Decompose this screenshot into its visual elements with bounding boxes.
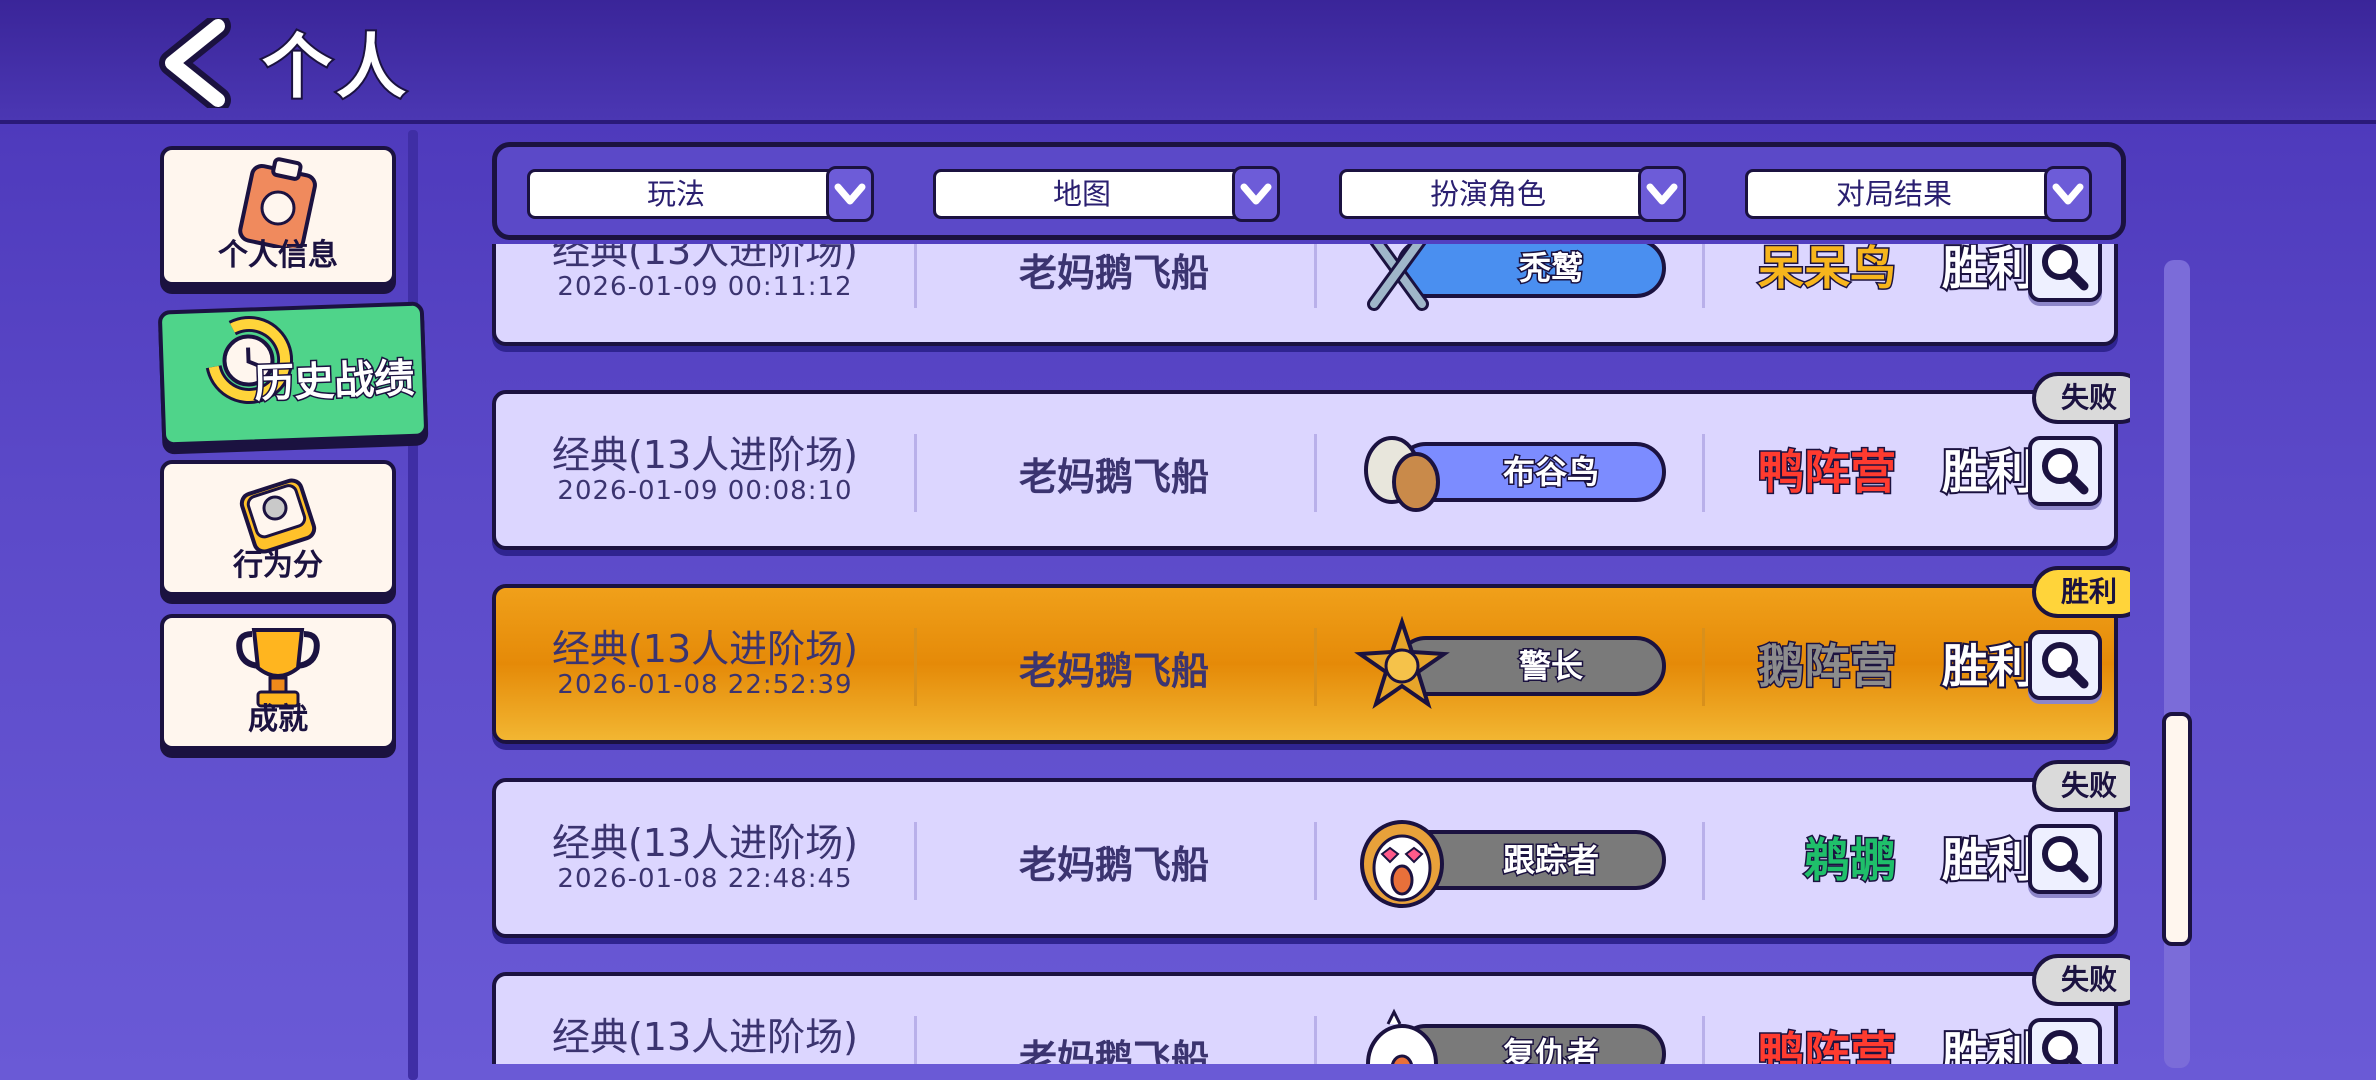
match-row[interactable]: 经典(13人进阶场) 2026-01-09 00:08:10 老妈鹅飞船 布谷鸟… [492,390,2118,550]
match-outcome: 胜利 [1940,244,2036,297]
match-outcome: 胜利 [1940,443,2036,501]
divider [1702,822,1705,900]
match-time: 2026-01-09 00:08:10 [557,476,853,506]
view-details-button[interactable] [2028,824,2102,894]
divider [1314,434,1317,512]
role-name: 秃鹫 [1517,248,1584,289]
match-outcome: 胜利 [1940,637,2036,695]
match-outcome: 胜利 [1940,1025,2036,1064]
scrollbar-track[interactable] [2164,260,2190,1068]
map-name: 老妈鹅飞船 [1018,843,1209,887]
faction-name: 呆呆鸟 [1757,244,1898,297]
chevron-down-icon[interactable] [826,166,874,222]
sidebar-item-behavior[interactable]: 行为分 [160,460,396,596]
faction-name: 鸭阵营 [1757,444,1898,501]
filter-role-dropdown[interactable]: 扮演角色 [1339,166,1686,222]
match-outcome: 胜利 [1940,831,2036,889]
divider [1702,434,1705,512]
divider [1702,244,1705,308]
role-name: 布谷鸟 [1501,452,1600,493]
top-bar: 个人 [0,0,2376,124]
match-time: 2026-01-09 00:11:12 [557,272,853,302]
search-icon [2042,448,2089,495]
result-badge-lose: 失败 [2032,760,2130,812]
chevron-down-icon[interactable] [1638,166,1686,222]
filter-result-dropdown[interactable]: 对局结果 [1745,166,2092,222]
filter-map-dropdown[interactable]: 地图 [933,166,1280,222]
match-history-list[interactable]: 经典(13人进阶场) 2026-01-09 00:11:12 老妈鹅飞船 秃鹫 … [480,244,2130,1064]
sidebar-item-label: 行为分 [233,548,323,583]
search-icon [2042,1030,2083,1064]
game-mode: 经典(13人进阶场) [551,627,858,671]
match-row[interactable]: 经典(13人进阶场) 2026-01-09 00:11:12 老妈鹅飞船 秃鹫 … [492,244,2118,346]
faction-name: 鸭阵营 [1757,1026,1898,1065]
faction-name: 鹈鹕 [1803,832,1898,889]
view-details-button[interactable] [2028,436,2102,506]
filter-bar: 玩法 地图 扮演角色 对局结果 [492,142,2126,240]
result-badge-lose: 失败 [2032,954,2130,1006]
match-row[interactable]: 经典(13人进阶场) 2026-01-08 22:48:45 老妈鹅飞船 跟踪者… [492,778,2118,938]
game-mode: 经典(13人进阶场) [551,244,858,273]
game-mode: 经典(13人进阶场) [551,1015,858,1059]
chevron-down-icon[interactable] [2044,166,2092,222]
view-details-button[interactable] [2028,1018,2102,1064]
divider [1314,822,1317,900]
sidebar-item-profile[interactable]: 个人信息 [160,146,396,286]
map-name: 老妈鹅飞船 [1018,649,1209,693]
sidebar-item-label: 历史战绩 [252,354,417,409]
result-badge-lose: 失败 [2032,372,2130,424]
view-details-button[interactable] [2028,630,2102,700]
search-icon [2042,642,2089,689]
match-time: 2026-01-08 22:52:39 [557,670,853,700]
match-time: 2026-01-08 22:48:45 [557,864,853,894]
role-name: 复仇者 [1501,1034,1600,1065]
map-name: 老妈鹅飞船 [1018,455,1209,499]
page-title: 个人 [260,24,410,110]
match-row[interactable]: 经典(13人进阶场) 老妈鹅飞船 复仇者 鸭阵营 胜利 [492,972,2118,1064]
match-row[interactable]: 经典(13人进阶场) 2026-01-08 22:52:39 老妈鹅飞船 警长 … [492,584,2118,744]
sidebar-divider [408,130,418,1080]
game-mode: 经典(13人进阶场) [551,821,858,865]
view-details-button[interactable] [2028,244,2102,302]
filter-label: 地图 [1052,177,1111,211]
filter-label: 对局结果 [1835,177,1952,211]
divider [1314,628,1317,706]
filter-mode-dropdown[interactable]: 玩法 [527,166,874,222]
sidebar-item-label: 成就 [248,702,308,737]
back-arrow-icon[interactable] [158,13,234,113]
faction-name: 鹅阵营 [1757,638,1898,695]
map-name: 老妈鹅飞船 [1018,1037,1209,1064]
filter-label: 玩法 [646,177,705,211]
scrollbar-thumb[interactable] [2162,712,2192,946]
filter-label: 扮演角色 [1429,177,1546,211]
divider [1314,244,1317,308]
map-name: 老妈鹅飞船 [1018,251,1209,295]
sidebar-item-achievements[interactable]: 成就 [160,614,396,750]
sidebar-item-history[interactable]: 历史战绩 [157,301,429,447]
search-icon [2042,244,2089,291]
role-name: 警长 [1517,646,1584,687]
search-icon [2042,836,2089,883]
divider [1702,1016,1705,1064]
divider [1702,628,1705,706]
chevron-down-icon[interactable] [1232,166,1280,222]
result-badge-win: 胜利 [2032,566,2130,618]
divider [1314,1016,1317,1064]
role-name: 跟踪者 [1501,840,1600,881]
sidebar-item-label: 个人信息 [218,238,338,273]
game-mode: 经典(13人进阶场) [551,433,858,477]
